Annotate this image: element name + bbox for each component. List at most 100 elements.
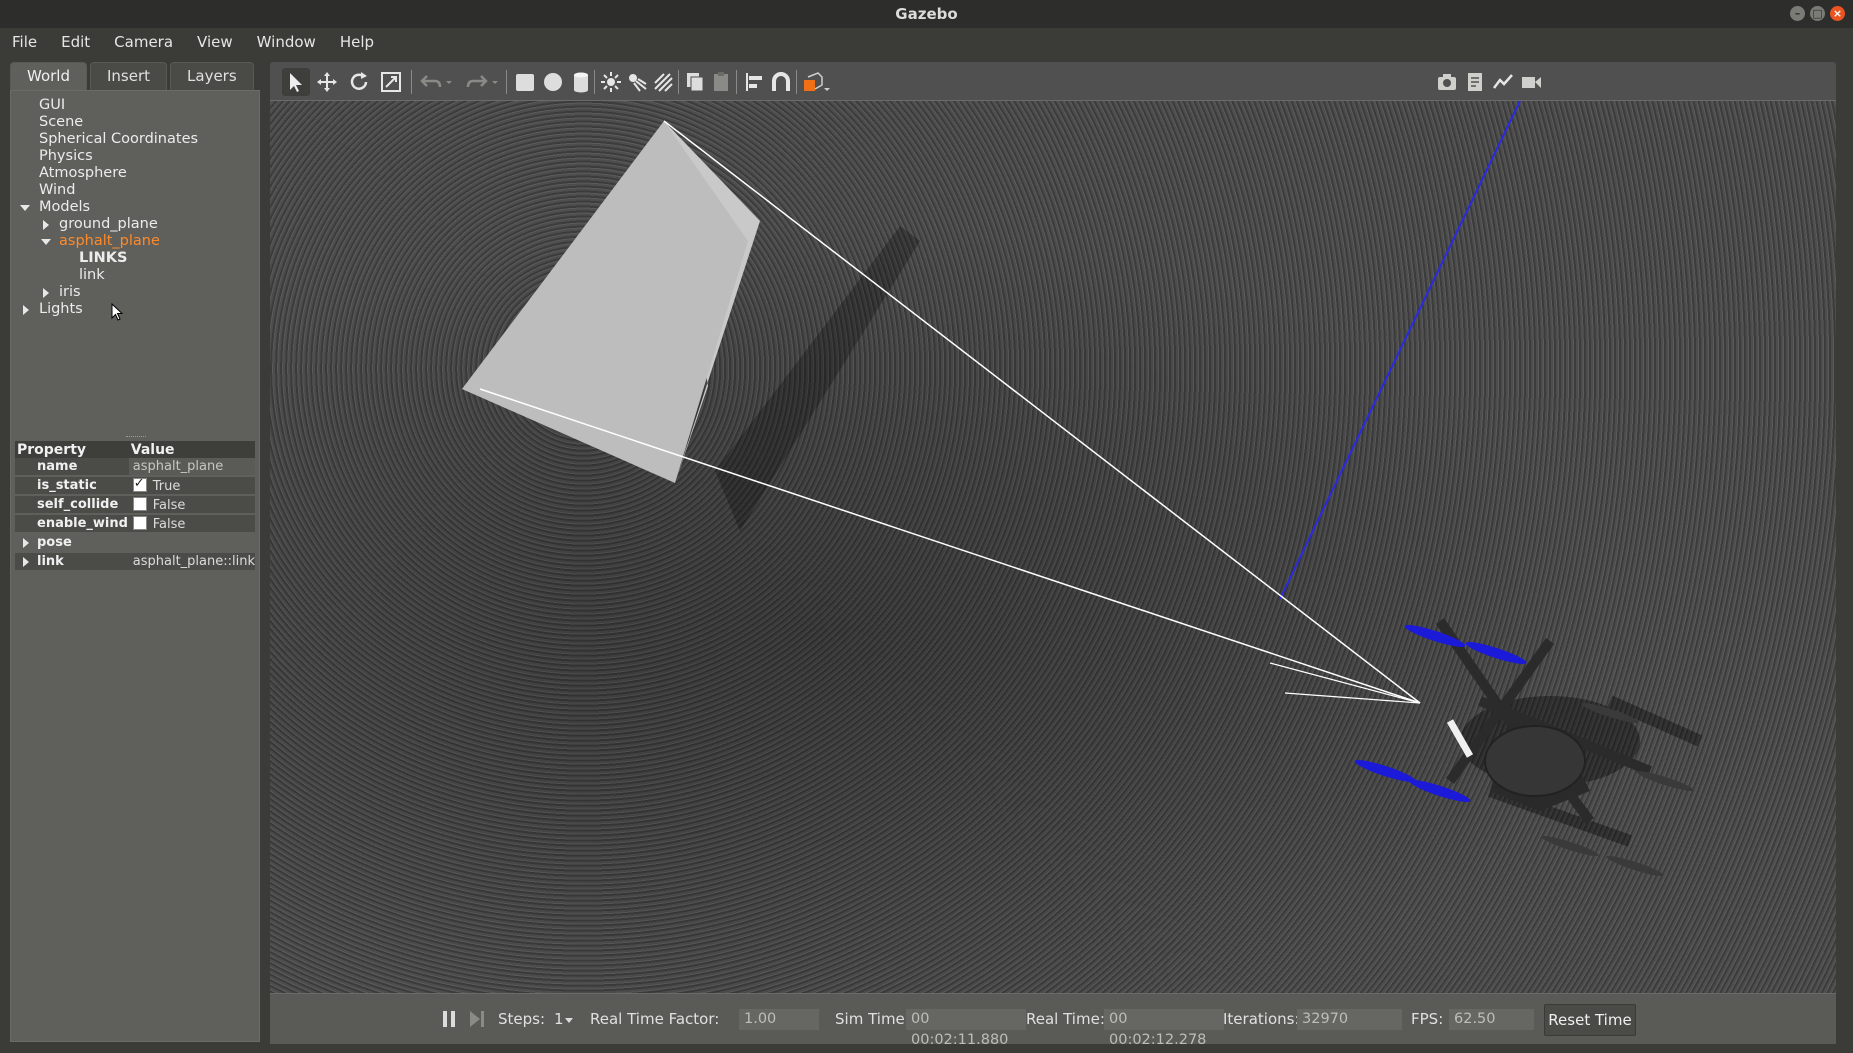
sim-time-value: 00 00:02:11.880 <box>906 1009 1026 1048</box>
tab-layers[interactable]: Layers <box>170 62 254 90</box>
property-key[interactable]: link <box>15 552 129 572</box>
tree-item-models[interactable]: Models <box>11 199 259 216</box>
tree-item-spherical-coordinates[interactable]: Spherical Coordinates <box>11 131 259 148</box>
chevron-right-icon[interactable] <box>23 557 29 567</box>
property-row-link[interactable]: link asphalt_plane::link <box>15 552 255 572</box>
property-enable-wind-value[interactable]: False <box>128 514 255 534</box>
menu-file[interactable]: File <box>0 33 49 51</box>
tree-item-asphalt-plane[interactable]: asphalt_plane <box>11 233 259 250</box>
tree-item-link[interactable]: link <box>11 267 259 284</box>
property-key: self_collide <box>15 495 129 515</box>
maximize-icon[interactable]: □ <box>1810 6 1825 21</box>
chevron-down-icon[interactable] <box>564 1017 574 1025</box>
toolbar-separator <box>411 70 412 94</box>
tab-insert[interactable]: Insert <box>90 62 168 90</box>
property-pose-value <box>128 533 255 553</box>
plot-icon[interactable] <box>1492 71 1514 93</box>
property-key[interactable]: pose <box>15 533 129 553</box>
chevron-down-icon[interactable] <box>20 205 30 211</box>
select-mode-icon[interactable] <box>282 68 310 96</box>
property-key: is_static <box>15 476 129 496</box>
video-record-icon[interactable] <box>1520 71 1542 93</box>
tree-item-gui[interactable]: GUI <box>11 97 259 114</box>
tree-item-asphalt-plane-label: asphalt_plane <box>59 233 160 249</box>
translate-mode-icon[interactable] <box>316 71 338 93</box>
directional-light-icon[interactable] <box>652 71 674 93</box>
tree-item-iris[interactable]: iris <box>11 284 259 301</box>
chevron-right-icon[interactable] <box>23 305 29 315</box>
title-bar: Gazebo – □ × <box>0 0 1853 28</box>
redo-icon[interactable] <box>466 71 488 93</box>
paste-icon[interactable] <box>710 71 732 93</box>
close-icon[interactable]: × <box>1830 6 1845 21</box>
iris-drone[interactable] <box>1353 618 1695 879</box>
property-row-name[interactable]: name asphalt_plane <box>15 458 255 477</box>
property-name-value[interactable]: asphalt_plane <box>128 458 255 477</box>
scene-canvas[interactable] <box>270 101 1836 993</box>
point-light-icon[interactable] <box>600 71 622 93</box>
undo-dropdown-icon[interactable] <box>444 71 454 93</box>
frustum-line <box>479 388 1421 704</box>
cylinder-shape-icon[interactable] <box>570 71 592 93</box>
align-icon[interactable] <box>744 71 766 93</box>
log-icon[interactable] <box>1464 71 1486 93</box>
toolbar-separator <box>594 70 595 94</box>
chevron-down-icon[interactable] <box>41 239 51 245</box>
propeller-rear-right <box>1409 780 1471 802</box>
mouse-cursor-icon <box>111 303 124 321</box>
window-controls: – □ × <box>1790 6 1845 21</box>
tree-item-lights[interactable]: Lights <box>11 301 259 318</box>
status-bar: Steps: 1 Real Time Factor: 1.00 Sim Time… <box>270 993 1836 1048</box>
checkbox-unchecked[interactable] <box>132 496 147 511</box>
fps-label: FPS: <box>1411 1010 1444 1028</box>
redo-dropdown-icon[interactable] <box>490 71 500 93</box>
tab-world[interactable]: World <box>10 62 87 90</box>
steps-label: Steps: <box>498 1010 546 1028</box>
chevron-right-icon[interactable] <box>43 220 49 230</box>
iterations-value: 32970 <box>1297 1009 1402 1030</box>
sim-time-label: Sim Time: <box>835 1010 910 1028</box>
scale-mode-icon[interactable] <box>380 71 402 93</box>
steps-value[interactable]: 1 <box>554 994 564 1044</box>
menu-camera[interactable]: Camera <box>102 33 185 51</box>
box-shape-icon[interactable] <box>514 71 536 93</box>
property-table: Property Value name asphalt_plane is_sta… <box>15 441 255 572</box>
property-row-self-collide[interactable]: self_collide False <box>15 495 255 515</box>
snap-magnet-icon[interactable] <box>770 71 792 93</box>
panel-splitter[interactable] <box>126 436 146 440</box>
menu-edit[interactable]: Edit <box>49 33 102 51</box>
checkbox-unchecked[interactable] <box>132 515 147 530</box>
tree-item-physics[interactable]: Physics <box>11 148 259 165</box>
menu-view[interactable]: View <box>185 33 245 51</box>
property-row-is-static[interactable]: is_static True <box>15 476 255 496</box>
rotate-mode-icon[interactable] <box>348 71 370 93</box>
screenshot-camera-icon[interactable] <box>1436 71 1458 93</box>
tree-item-scene[interactable]: Scene <box>11 114 259 131</box>
sphere-shape-icon[interactable] <box>542 71 564 93</box>
chevron-right-icon[interactable] <box>23 538 29 548</box>
menu-help[interactable]: Help <box>328 33 386 51</box>
property-row-pose[interactable]: pose <box>15 533 255 553</box>
3d-viewport[interactable] <box>270 101 1836 993</box>
property-self-collide-value[interactable]: False <box>128 495 255 515</box>
tree-item-ground-plane[interactable]: ground_plane <box>11 216 259 233</box>
checkbox-checked[interactable] <box>132 476 147 492</box>
menu-window[interactable]: Window <box>245 33 328 51</box>
step-icon[interactable] <box>468 1010 486 1028</box>
property-row-enable-wind[interactable]: enable_wind False <box>15 514 255 534</box>
tree-item-wind[interactable]: Wind <box>11 182 259 199</box>
z-axis-line <box>1279 101 1521 600</box>
propeller-rear-left <box>1354 760 1416 782</box>
change-view-icon[interactable] <box>802 71 832 93</box>
reset-time-button[interactable]: Reset Time <box>1544 1004 1636 1036</box>
pause-icon[interactable] <box>440 1010 458 1028</box>
property-is-static-value[interactable]: True <box>128 476 255 496</box>
copy-icon[interactable] <box>684 71 706 93</box>
chevron-right-icon[interactable] <box>43 288 49 298</box>
tree-item-atmosphere[interactable]: Atmosphere <box>11 165 259 182</box>
panel-tabs: World Insert Layers <box>10 62 257 90</box>
minimize-icon[interactable]: – <box>1790 6 1805 21</box>
slab-shadow <box>715 226 920 531</box>
undo-icon[interactable] <box>420 71 442 93</box>
spot-light-icon[interactable] <box>626 71 648 93</box>
